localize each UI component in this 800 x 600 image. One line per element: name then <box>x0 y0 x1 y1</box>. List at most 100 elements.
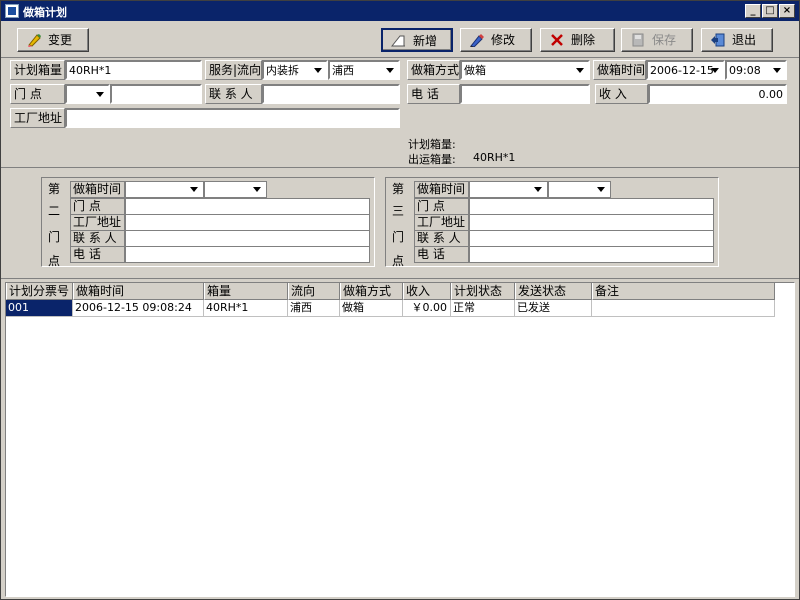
exit-label: 退出 <box>732 33 757 47</box>
service-dropdown-icon[interactable] <box>311 63 325 77</box>
boxing-date-dropdown-icon[interactable] <box>708 63 722 77</box>
exit-door-icon <box>711 33 725 47</box>
flow-select[interactable]: 浦西 <box>328 60 400 80</box>
door-point-select[interactable] <box>65 84 110 104</box>
door-point-dropdown-icon[interactable] <box>93 87 107 101</box>
door-3-phone-label: 电 话 <box>414 246 469 263</box>
door-3-door-label: 门 点 <box>414 198 469 215</box>
column-header-send-status[interactable]: 发送状态 <box>515 283 592 300</box>
boxing-time-dropdown-icon[interactable] <box>770 63 784 77</box>
close-button[interactable]: × <box>779 4 795 18</box>
door-3-vlabel-2: 三 <box>392 204 405 218</box>
column-header-income[interactable]: 收入 <box>403 283 451 300</box>
door-3-time-dropdown-icon[interactable] <box>594 183 608 196</box>
door-3-phone-field[interactable] <box>469 246 714 263</box>
door-3-time-label: 做箱时间 <box>414 181 469 198</box>
boxing-time-select[interactable]: 09:08 <box>725 60 787 80</box>
table-cell-ticket-no[interactable]: 001 <box>6 300 73 317</box>
main-window: 做箱计划 _ □ × 变更 新增 修改 删除 保存 退出 计划箱量 40RH*1… <box>0 0 800 600</box>
save-button[interactable]: 保存 <box>621 28 693 52</box>
plan-box-qty-field[interactable]: 40RH*1 <box>65 60 202 80</box>
minimize-button[interactable]: _ <box>745 4 761 18</box>
column-header-box-qty[interactable]: 箱量 <box>204 283 288 300</box>
door-2-time-label: 做箱时间 <box>70 181 125 198</box>
door-2-date-select[interactable] <box>125 181 204 198</box>
change-label: 变更 <box>48 33 73 47</box>
exit-button[interactable]: 退出 <box>701 28 773 52</box>
door-2-factory-field[interactable] <box>125 214 370 231</box>
plan-grid[interactable]: 计划分票号 做箱时间 箱量 流向 做箱方式 收入 计划状态 发送状态 备注 00… <box>5 282 795 597</box>
door-2-contact-field[interactable] <box>125 230 370 247</box>
toolbar: 变更 新增 修改 删除 保存 退出 <box>1 22 799 58</box>
column-header-method[interactable]: 做箱方式 <box>340 283 403 300</box>
income-field[interactable]: 0.00 <box>648 84 787 104</box>
ship-qty-summary-value: 40RH*1 <box>473 151 516 164</box>
door-2-vlabel-4: 点 <box>48 254 61 268</box>
table-cell-plan-status[interactable]: 正常 <box>451 300 515 317</box>
column-header-flow[interactable]: 流向 <box>288 283 340 300</box>
column-header-ticket-no[interactable]: 计划分票号 <box>6 283 73 300</box>
column-header-boxing-time[interactable]: 做箱时间 <box>73 283 204 300</box>
boxing-time-value: 09:08 <box>729 64 761 77</box>
pencil-eraser-icon <box>28 34 41 47</box>
door-3-door-field[interactable] <box>469 198 714 215</box>
boxing-time-label: 做箱时间 <box>593 60 646 80</box>
plan-qty-summary-label: 计划箱量: <box>408 138 456 151</box>
window-title: 做箱计划 <box>23 6 67 19</box>
door-2-time-dropdown-icon[interactable] <box>250 183 264 196</box>
boxing-method-label: 做箱方式 <box>407 60 460 80</box>
ship-qty-summary-label: 出运箱量: <box>408 153 456 166</box>
delete-label: 删除 <box>571 33 596 47</box>
door-3-contact-label: 联 系 人 <box>414 230 469 247</box>
add-button[interactable]: 新增 <box>381 28 453 52</box>
contact-label: 联 系 人 <box>205 84 262 104</box>
change-button[interactable]: 变更 <box>17 28 89 52</box>
door-3-factory-field[interactable] <box>469 214 714 231</box>
boxing-method-select[interactable]: 做箱 <box>460 60 590 80</box>
door-3-date-dropdown-icon[interactable] <box>531 183 545 196</box>
door-point-detail-field[interactable] <box>110 84 202 104</box>
income-label: 收 入 <box>595 84 648 104</box>
maximize-button[interactable]: □ <box>762 4 778 18</box>
phone-label: 电 话 <box>407 84 460 104</box>
plan-form: 计划箱量 40RH*1 服务|流向 内装拆 浦西 做箱方式 做箱 做箱时间 20… <box>1 58 799 168</box>
door-3-group: 第 三 门 点 做箱时间 门 点 工厂地址 联 系 人 电 话 <box>385 177 719 268</box>
phone-field[interactable] <box>460 84 590 104</box>
door-3-contact-field[interactable] <box>469 230 714 247</box>
door-3-time-select[interactable] <box>548 181 611 198</box>
door-2-phone-label: 电 话 <box>70 246 125 263</box>
delete-button[interactable]: 删除 <box>540 28 615 52</box>
modify-button[interactable]: 修改 <box>460 28 532 52</box>
add-label: 新增 <box>413 34 438 48</box>
delete-x-icon <box>551 34 563 46</box>
table-cell-method[interactable]: 做箱 <box>340 300 403 317</box>
table-cell-income[interactable]: ￥0.00 <box>403 300 451 317</box>
contact-field[interactable] <box>262 84 400 104</box>
modify-label: 修改 <box>491 33 516 47</box>
door-2-group: 第 二 门 点 做箱时间 门 点 工厂地址 联 系 人 电 话 <box>41 177 375 268</box>
boxing-method-dropdown-icon[interactable] <box>573 63 587 77</box>
boxing-date-value: 2006-12-15 <box>650 64 714 77</box>
extra-doors-panel: 第 二 门 点 做箱时间 门 点 工厂地址 联 系 人 电 话 第 三 门 点 … <box>1 169 799 279</box>
door-2-date-dropdown-icon[interactable] <box>187 183 201 196</box>
service-value: 内装拆 <box>266 64 299 77</box>
door-2-door-field[interactable] <box>125 198 370 215</box>
table-cell-flow[interactable]: 浦西 <box>288 300 340 317</box>
save-label: 保存 <box>652 33 677 47</box>
door-2-time-select[interactable] <box>204 181 267 198</box>
table-cell-box-qty[interactable]: 40RH*1 <box>204 300 288 317</box>
door-2-contact-label: 联 系 人 <box>70 230 125 247</box>
flow-dropdown-icon[interactable] <box>383 63 397 77</box>
door-2-vlabel-1: 第 <box>48 182 61 196</box>
door-2-phone-field[interactable] <box>125 246 370 263</box>
boxing-date-picker[interactable]: 2006-12-15 <box>646 60 725 80</box>
column-header-plan-status[interactable]: 计划状态 <box>451 283 515 300</box>
table-cell-remark[interactable] <box>592 300 775 317</box>
table-cell-boxing-time[interactable]: 2006-12-15 09:08:24 <box>73 300 204 317</box>
door-3-date-select[interactable] <box>469 181 548 198</box>
service-select[interactable]: 内装拆 <box>262 60 328 80</box>
column-header-remark[interactable]: 备注 <box>592 283 775 300</box>
table-cell-send-status[interactable]: 已发送 <box>515 300 592 317</box>
door-2-factory-label: 工厂地址 <box>70 214 125 231</box>
factory-address-field[interactable] <box>65 108 400 128</box>
